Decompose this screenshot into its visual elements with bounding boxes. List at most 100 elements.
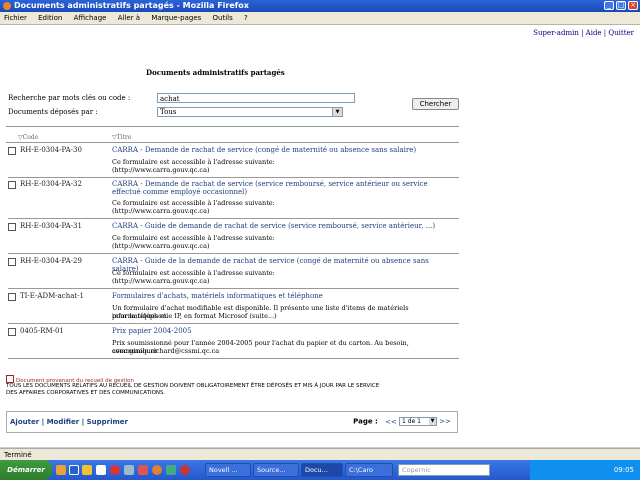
quitter-link[interactable]: Quitter xyxy=(608,29,634,37)
minimize-button[interactable]: _ xyxy=(604,1,614,10)
row-url: (http://www.carra.gouv.qc.ca) xyxy=(112,242,210,250)
row-title-link[interactable]: Prix papier 2004-2005 xyxy=(112,327,452,335)
row-code: RH-E-0304-PA-31 xyxy=(20,222,82,230)
keyword-label: Recherche par mots clés ou code : xyxy=(8,94,131,102)
quicklaunch-icon[interactable] xyxy=(82,465,92,475)
menu-help[interactable]: ? xyxy=(244,14,248,22)
window-title: Documents administratifs partagés - Mozi… xyxy=(14,1,249,10)
chevron-down-icon: ▼ xyxy=(429,418,437,425)
menu-edition[interactable]: Edition xyxy=(38,14,62,22)
row-checkbox[interactable] xyxy=(8,147,16,155)
clock: 09:05 xyxy=(613,466,634,474)
aide-link[interactable]: Aide xyxy=(586,29,602,37)
column-header-code[interactable]: ▽Code xyxy=(18,134,38,141)
search-button[interactable]: Chercher xyxy=(412,98,459,110)
quicklaunch-icon[interactable] xyxy=(124,465,134,475)
task-button[interactable]: Source... xyxy=(253,463,299,477)
row-checkbox[interactable] xyxy=(8,328,16,336)
row-title-link[interactable]: CARRA - Demande de rachat de service (se… xyxy=(112,180,442,196)
page-content: Super-admin | Aide | Quitter Documents a… xyxy=(0,25,640,447)
modify-button[interactable]: Modifier xyxy=(47,418,80,426)
task-button[interactable]: Novell ... xyxy=(205,463,251,477)
quicklaunch-icon[interactable] xyxy=(166,465,176,475)
quicklaunch-icon[interactable] xyxy=(110,465,120,475)
row-checkbox[interactable] xyxy=(8,181,16,189)
column-header-title[interactable]: ▽Titre xyxy=(112,134,131,141)
row-description: Ce formulaire est accessible à l'adresse… xyxy=(112,158,275,166)
quicklaunch-icon[interactable] xyxy=(69,465,79,475)
prev-page-button[interactable]: << xyxy=(385,418,397,426)
system-tray: 09:05 xyxy=(530,460,640,480)
row-description: Ce formulaire est accessible à l'adresse… xyxy=(112,234,275,242)
menu-aller[interactable]: Aller à xyxy=(118,14,140,22)
row-title-link[interactable]: CARRA - Guide de demande de rachat de se… xyxy=(112,222,452,230)
status-text: Terminé xyxy=(4,451,32,459)
menu-fichier[interactable]: Fichier xyxy=(4,14,27,22)
row-separator xyxy=(8,323,459,324)
firefox-icon xyxy=(3,2,11,10)
taskbar: Démarrer Novell ... Source... Docu... C:… xyxy=(0,460,640,480)
row-title-link[interactable]: Formulaires d'achats, matériels informat… xyxy=(112,292,452,300)
deposited-select[interactable]: Tous ▼ xyxy=(157,107,343,117)
menu-marque-pages[interactable]: Marque-pages xyxy=(151,14,201,22)
row-code: TI-E-ADM-achat-1 xyxy=(20,292,85,300)
menu-outils[interactable]: Outils xyxy=(213,14,233,22)
footer-actions: Ajouter | Modifier | Supprimer xyxy=(10,418,128,426)
super-admin-link[interactable]: Super-admin xyxy=(533,29,579,37)
row-separator xyxy=(8,177,459,178)
notice: TOUS LES DOCUMENTS RELATIFS AU RECUEIL D… xyxy=(6,383,466,397)
search-box[interactable]: Copernic xyxy=(398,464,490,476)
divider xyxy=(6,142,459,143)
notice-line: DES AFFAIRES CORPORATIVES ET DES COMMUNI… xyxy=(6,390,166,396)
legend-checkbox-icon xyxy=(6,375,14,383)
next-page-button[interactable]: >> xyxy=(439,418,451,426)
row-url: (http://www.carra.gouv.qc.ca) xyxy=(112,277,210,285)
footer-bar: Ajouter | Modifier | Supprimer Page : <<… xyxy=(6,411,458,433)
page-select[interactable]: 1 de 1 ▼ xyxy=(399,417,438,426)
maximize-button[interactable]: □ xyxy=(616,1,626,10)
start-button[interactable]: Démarrer xyxy=(0,460,52,480)
link-separator: | xyxy=(578,29,586,37)
menu-affichage[interactable]: Affichage xyxy=(74,14,107,22)
row-code: 0405-RM-01 xyxy=(20,327,64,335)
page-label: Page : xyxy=(353,417,378,426)
top-links: Super-admin | Aide | Quitter xyxy=(533,29,634,37)
pager: Page : << 1 de 1 ▼ >> xyxy=(353,417,451,426)
quicklaunch-icon[interactable] xyxy=(56,465,66,475)
row-url: (http://www.carra.gouv.qc.ca) xyxy=(112,207,210,215)
task-button-active[interactable]: Docu... xyxy=(301,463,343,477)
task-button[interactable]: C:\Caro xyxy=(345,463,393,477)
row-title-link[interactable]: CARRA - Demande de rachat de service (co… xyxy=(112,146,452,154)
menu-bar: Fichier Edition Affichage Aller à Marque… xyxy=(0,12,640,25)
row-checkbox[interactable] xyxy=(8,223,16,231)
row-separator xyxy=(8,218,459,219)
row-url: (http://www.carra.gouv.qc.ca) xyxy=(112,166,210,174)
quicklaunch-icon[interactable] xyxy=(138,465,148,475)
row-checkbox[interactable] xyxy=(8,293,16,301)
row-separator xyxy=(8,358,459,359)
action-separator: | xyxy=(79,418,87,426)
add-button[interactable]: Ajouter xyxy=(10,418,39,426)
row-checkbox[interactable] xyxy=(8,258,16,266)
page-title: Documents administratifs partagés xyxy=(146,68,285,77)
row-description: Ce formulaire est accessible à l'adresse… xyxy=(112,199,275,207)
word-icon[interactable] xyxy=(96,465,106,475)
firefox-icon[interactable] xyxy=(152,465,162,475)
deposited-label: Documents déposés par : xyxy=(8,108,98,116)
window-titlebar: Documents administratifs partagés - Mozi… xyxy=(0,0,640,12)
delete-button[interactable]: Supprimer xyxy=(87,418,128,426)
close-button[interactable]: × xyxy=(628,1,638,10)
notice-line: TOUS LES DOCUMENTS RELATIFS AU RECUEIL D… xyxy=(6,383,380,389)
row-code: RH-E-0304-PA-29 xyxy=(20,257,82,265)
row-separator xyxy=(8,253,459,254)
row-code: RH-E-0304-PA-30 xyxy=(20,146,82,154)
quicklaunch-icon[interactable] xyxy=(180,465,190,475)
row-separator xyxy=(8,288,459,289)
deposited-select-value: Tous xyxy=(160,108,177,116)
row-contact: avec gisele.richard@cssmi.qc.ca xyxy=(112,347,220,355)
row-description-more[interactable]: pour la téléphonie IP, en format Microso… xyxy=(112,312,452,320)
row-description: Ce formulaire est accessible à l'adresse… xyxy=(112,269,275,277)
chevron-down-icon: ▼ xyxy=(332,108,342,116)
action-separator: | xyxy=(39,418,47,426)
keyword-input[interactable]: achat xyxy=(157,93,355,103)
